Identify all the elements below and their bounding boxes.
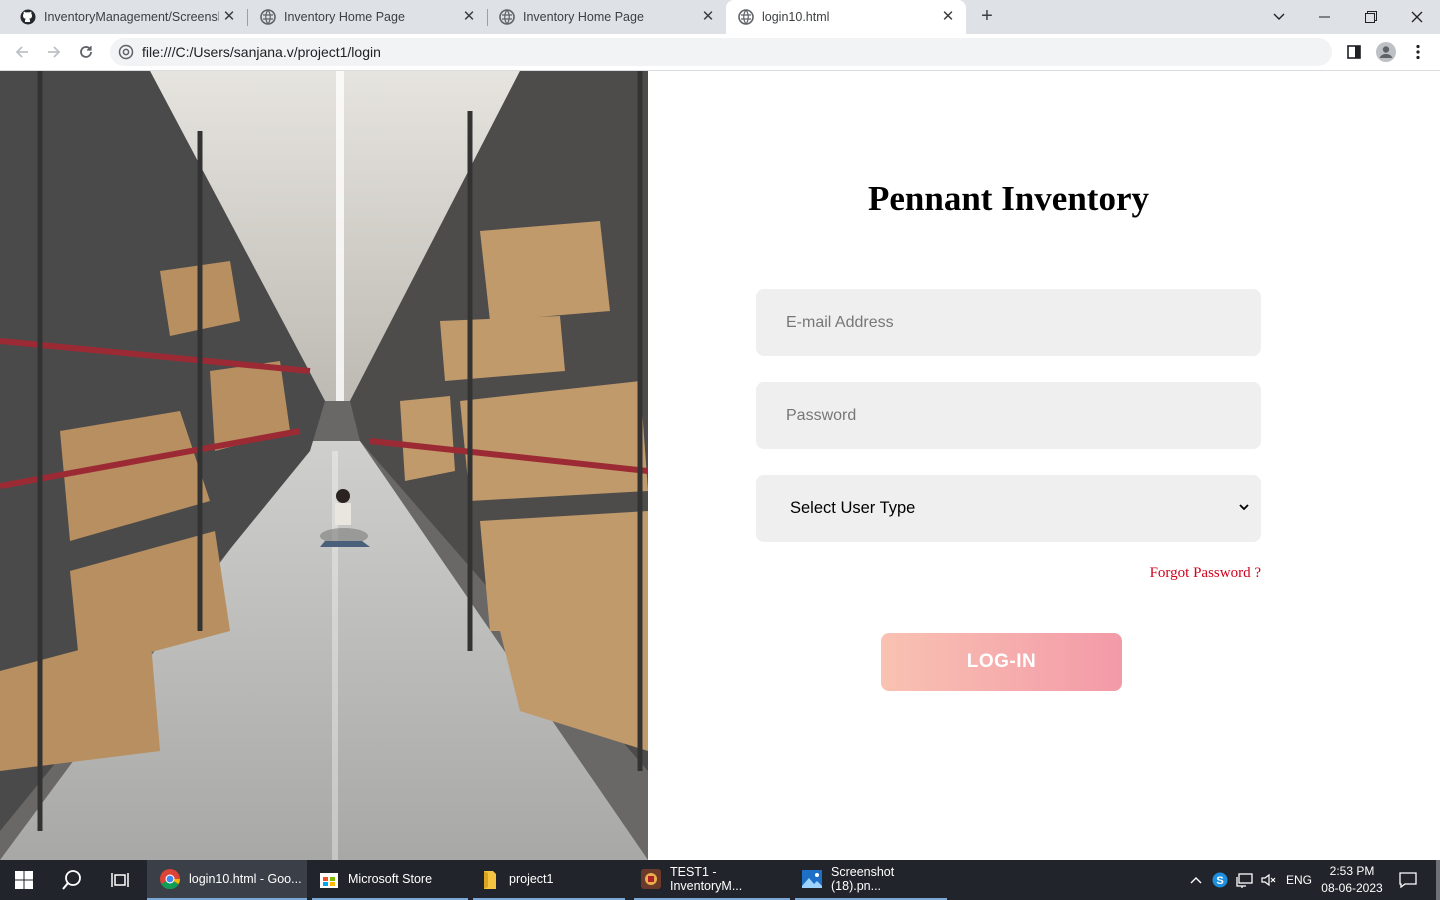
- network-icon: [1236, 873, 1253, 888]
- close-icon[interactable]: ✕: [700, 9, 716, 25]
- tab-login10[interactable]: login10.html ✕: [726, 0, 966, 34]
- github-icon: [20, 9, 36, 25]
- email-placeholder: E-mail Address: [786, 313, 894, 331]
- windows-icon: [15, 871, 33, 889]
- store-icon: [318, 868, 340, 890]
- forgot-password-link[interactable]: Forgot Password ?: [1040, 565, 1261, 582]
- tab-inventory-home-1[interactable]: Inventory Home Page ✕: [240, 0, 487, 34]
- side-panel-icon: [1347, 45, 1361, 59]
- tab-title: InventoryManagement/Screensh: [44, 10, 219, 24]
- url-text: file:///C:/Users/sanjana.v/project1/logi…: [142, 44, 381, 60]
- login-page: Pennant Inventory E-mail Address Passwor…: [0, 71, 1440, 860]
- address-bar[interactable]: file:///C:/Users/sanjana.v/project1/logi…: [110, 38, 1332, 66]
- tab-title: Inventory Home Page: [284, 10, 405, 24]
- globe-icon: [260, 9, 276, 25]
- network-tray[interactable]: [1234, 860, 1256, 900]
- chevron-up-icon: [1190, 877, 1202, 884]
- notification-icon: [1399, 872, 1417, 888]
- arrow-left-icon: [15, 46, 28, 58]
- email-field[interactable]: E-mail Address: [756, 289, 1261, 356]
- minimize-icon: [1319, 16, 1330, 18]
- close-icon[interactable]: ✕: [221, 9, 237, 25]
- browser-toolbar: file:///C:/Users/sanjana.v/project1/logi…: [0, 34, 1440, 71]
- task-view-icon: [111, 873, 129, 887]
- skype-icon: S: [1212, 872, 1228, 888]
- forward-button[interactable]: [42, 40, 66, 64]
- menu-button[interactable]: [1406, 40, 1430, 64]
- tab-title: Inventory Home Page: [523, 10, 644, 24]
- kebab-menu-icon: [1416, 44, 1420, 60]
- tab-title: login10.html: [762, 10, 830, 24]
- folder-icon: [479, 868, 501, 890]
- taskbar-app-label: login10.html - Goo...: [189, 872, 302, 886]
- minimize-button[interactable]: [1302, 0, 1348, 34]
- close-icon: [1411, 11, 1423, 23]
- clock-date: 08-06-2023: [1321, 881, 1383, 895]
- taskbar-app-folder[interactable]: project1: [473, 860, 625, 900]
- search-button[interactable]: [48, 860, 96, 900]
- svg-text:S: S: [1216, 875, 1223, 887]
- tab-strip: InventoryManagement/Screensh ✕ Inventory…: [0, 0, 1440, 34]
- taskbar-app-test1[interactable]: TEST1 - InventoryM...: [634, 860, 790, 900]
- windows-taskbar: login10.html - Goo... Microsoft Store pr…: [0, 860, 1440, 900]
- skype-tray[interactable]: S: [1210, 860, 1230, 900]
- taskbar-app-store[interactable]: Microsoft Store: [312, 860, 468, 900]
- language-indicator[interactable]: ENG: [1284, 860, 1314, 900]
- taskbar-app-label: project1: [509, 872, 554, 886]
- start-button[interactable]: [0, 860, 48, 900]
- info-icon[interactable]: [118, 44, 134, 60]
- user-type-value: Select User Type: [790, 499, 916, 517]
- password-field[interactable]: Password: [756, 382, 1261, 449]
- tab-github[interactable]: InventoryManagement/Screensh ✕: [0, 0, 247, 34]
- password-placeholder: Password: [786, 406, 857, 424]
- profile-icon: [1376, 42, 1396, 62]
- taskbar-app-photos[interactable]: Screenshot (18).pn...: [795, 860, 947, 900]
- chevron-down-icon: [1239, 504, 1249, 511]
- volume-muted-icon: [1261, 873, 1276, 887]
- taskbar-app-chrome[interactable]: login10.html - Goo...: [147, 860, 307, 900]
- app-icon: [640, 868, 662, 890]
- search-icon: [62, 870, 81, 890]
- side-panel-button[interactable]: [1342, 40, 1366, 64]
- brand-title: Pennant Inventory: [868, 179, 1149, 218]
- notifications-button[interactable]: [1394, 860, 1422, 900]
- reload-button[interactable]: [74, 40, 98, 64]
- tab-inventory-home-2[interactable]: Inventory Home Page ✕: [479, 0, 726, 34]
- close-window-button[interactable]: [1394, 0, 1440, 34]
- photos-icon: [801, 868, 823, 890]
- user-type-select[interactable]: Select User Type: [756, 475, 1261, 542]
- reload-icon: [80, 46, 92, 58]
- show-hidden-icons-button[interactable]: [1186, 860, 1206, 900]
- warehouse-photo: [0, 71, 648, 860]
- login-button[interactable]: LOG-IN: [881, 633, 1122, 691]
- close-icon[interactable]: ✕: [940, 9, 956, 25]
- profile-button[interactable]: [1374, 40, 1398, 64]
- new-tab-button[interactable]: +: [977, 6, 997, 27]
- volume-tray[interactable]: [1258, 860, 1278, 900]
- taskbar-app-label: TEST1 - InventoryM...: [670, 865, 743, 893]
- restore-icon: [1365, 11, 1377, 23]
- task-view-button[interactable]: [96, 860, 144, 900]
- clock[interactable]: 2:53 PM 08-06-2023: [1318, 863, 1386, 897]
- chevron-down-icon: [1273, 13, 1285, 20]
- arrow-right-icon: [48, 46, 61, 58]
- globe-icon: [738, 9, 754, 25]
- taskbar-app-label: Microsoft Store: [348, 872, 433, 886]
- show-desktop-button[interactable]: [1436, 860, 1440, 900]
- tab-search-button[interactable]: [1256, 0, 1302, 34]
- clock-time: 2:53 PM: [1329, 864, 1375, 878]
- taskbar-app-label: Screenshot (18).pn...: [831, 865, 895, 893]
- back-button[interactable]: [10, 40, 34, 64]
- close-icon[interactable]: ✕: [461, 9, 477, 25]
- globe-icon: [499, 9, 515, 25]
- chrome-icon: [159, 868, 181, 890]
- restore-button[interactable]: [1348, 0, 1394, 34]
